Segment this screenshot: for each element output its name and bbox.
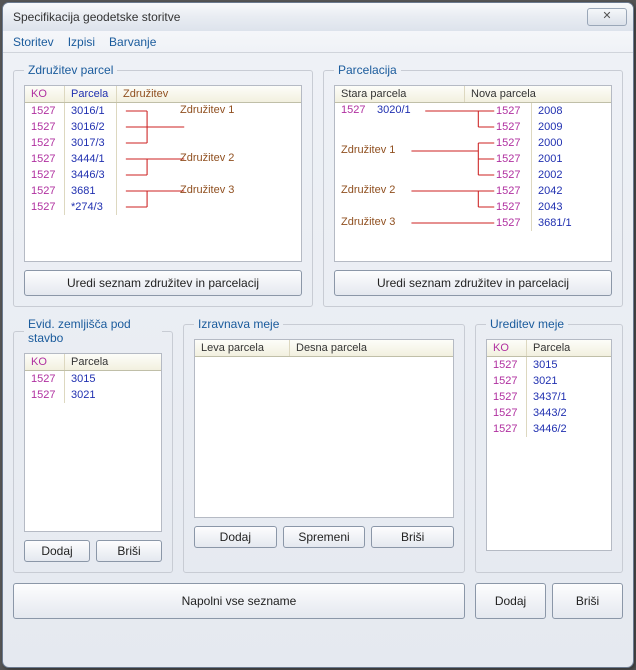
- table-row[interactable]: 15272008: [490, 103, 578, 119]
- table-row[interactable]: 15273021: [25, 387, 161, 403]
- hdr-ko[interactable]: KO: [487, 340, 527, 356]
- table-row[interactable]: 15272043: [490, 199, 578, 215]
- table-row[interactable]: 15273015: [25, 371, 161, 387]
- table-row[interactable]: 15272009: [490, 119, 578, 135]
- btn-uredi-zdruzitev[interactable]: Uredi seznam združitev in parcelacij: [24, 270, 302, 296]
- hdr-parcela[interactable]: Parcela: [527, 340, 611, 356]
- hdr-nova[interactable]: Nova parcela: [465, 86, 611, 102]
- titlebar: Specifikacija geodetske storitve ✕: [3, 3, 633, 31]
- menubar: Storitev Izpisi Barvanje: [3, 31, 633, 53]
- table-row[interactable]: 15273016/1: [25, 103, 301, 119]
- legend-evid: Evid. zemljišča pod stavbo: [24, 317, 162, 345]
- btn-evid-brisi[interactable]: Briši: [96, 540, 162, 562]
- legend-izravnava: Izravnava meje: [194, 317, 283, 331]
- group-parcelacija: Parcelacija Stara parcela Nova parcela 1…: [323, 63, 623, 307]
- btn-ured-dodaj[interactable]: Dodaj: [475, 583, 546, 619]
- table-row[interactable]: 15273021: [487, 373, 611, 389]
- list-evid[interactable]: KO Parcela 15273015 15273021: [24, 353, 162, 532]
- zdr-label-1: Združitev 1: [180, 104, 234, 116]
- table-row[interactable]: 15273444/1: [25, 151, 301, 167]
- zdr-label-2: Združitev 2: [180, 152, 234, 164]
- hdr-parcela[interactable]: Parcela: [65, 86, 117, 102]
- table-row[interactable]: 15272000: [490, 135, 578, 151]
- stara-ko: 1527: [341, 104, 365, 116]
- menu-izpisi[interactable]: Izpisi: [68, 35, 95, 49]
- table-row[interactable]: 15272002: [490, 167, 578, 183]
- btn-ured-brisi[interactable]: Briši: [552, 583, 623, 619]
- list-izravnava[interactable]: Leva parcela Desna parcela: [194, 339, 454, 518]
- menu-storitev[interactable]: Storitev: [13, 35, 54, 49]
- btn-evid-dodaj[interactable]: Dodaj: [24, 540, 90, 562]
- hdr-parcela[interactable]: Parcela: [65, 354, 161, 370]
- btn-napolni[interactable]: Napolni vse sezname: [13, 583, 465, 619]
- content: Združitev parcel KO Parcela Združitev 15…: [3, 53, 633, 667]
- table-row[interactable]: 15273015: [487, 357, 611, 373]
- legend-ureditev: Ureditev meje: [486, 317, 568, 331]
- list-parcelacija[interactable]: Stara parcela Nova parcela 15272008 1527…: [334, 85, 612, 262]
- group-ureditev: Ureditev meje KO Parcela 15273015 152730…: [475, 317, 623, 573]
- close-button[interactable]: ✕: [587, 8, 627, 26]
- hdr-desna[interactable]: Desna parcela: [290, 340, 453, 356]
- table-row[interactable]: 15272001: [490, 151, 578, 167]
- legend-parcelacija: Parcelacija: [334, 63, 401, 77]
- group-izravnava: Izravnava meje Leva parcela Desna parcel…: [183, 317, 465, 573]
- window-title: Specifikacija geodetske storitve: [13, 10, 587, 24]
- hdr-leva[interactable]: Leva parcela: [195, 340, 290, 356]
- list-ureditev[interactable]: KO Parcela 15273015 15273021 15273437/1 …: [486, 339, 612, 551]
- table-row[interactable]: 15273681: [25, 183, 301, 199]
- table-row[interactable]: 15273446/2: [487, 421, 611, 437]
- stara-z3: Združitev 3: [341, 216, 395, 228]
- table-row[interactable]: 1527*274/3: [25, 199, 301, 215]
- list-zdruzitev[interactable]: KO Parcela Združitev 15273016/1 15273016…: [24, 85, 302, 262]
- hdr-ko[interactable]: KO: [25, 86, 65, 102]
- table-row[interactable]: 15273017/3: [25, 135, 301, 151]
- dialog-window: Specifikacija geodetske storitve ✕ Stori…: [2, 2, 634, 668]
- stara-parc: 3020/1: [377, 104, 411, 116]
- btn-izrav-spremeni[interactable]: Spremeni: [283, 526, 366, 548]
- btn-izrav-brisi[interactable]: Briši: [371, 526, 454, 548]
- menu-barvanje[interactable]: Barvanje: [109, 35, 156, 49]
- table-row[interactable]: 15273681/1: [490, 215, 578, 231]
- table-row[interactable]: 15273443/2: [487, 405, 611, 421]
- group-evid: Evid. zemljišča pod stavbo KO Parcela 15…: [13, 317, 173, 573]
- hdr-stara[interactable]: Stara parcela: [335, 86, 465, 102]
- hdr-ko[interactable]: KO: [25, 354, 65, 370]
- group-zdruzitev: Združitev parcel KO Parcela Združitev 15…: [13, 63, 313, 307]
- stara-z2: Združitev 2: [341, 184, 395, 196]
- hdr-zdruzitev[interactable]: Združitev: [117, 86, 301, 102]
- table-row[interactable]: 15273016/2: [25, 119, 301, 135]
- btn-uredi-parcelacija[interactable]: Uredi seznam združitev in parcelacij: [334, 270, 612, 296]
- table-row[interactable]: 15273437/1: [487, 389, 611, 405]
- btn-izrav-dodaj[interactable]: Dodaj: [194, 526, 277, 548]
- table-row[interactable]: 15273446/3: [25, 167, 301, 183]
- table-row[interactable]: 15272042: [490, 183, 578, 199]
- zdr-label-3: Združitev 3: [180, 184, 234, 196]
- stara-z1: Združitev 1: [341, 144, 395, 156]
- legend-zdruzitev: Združitev parcel: [24, 63, 117, 77]
